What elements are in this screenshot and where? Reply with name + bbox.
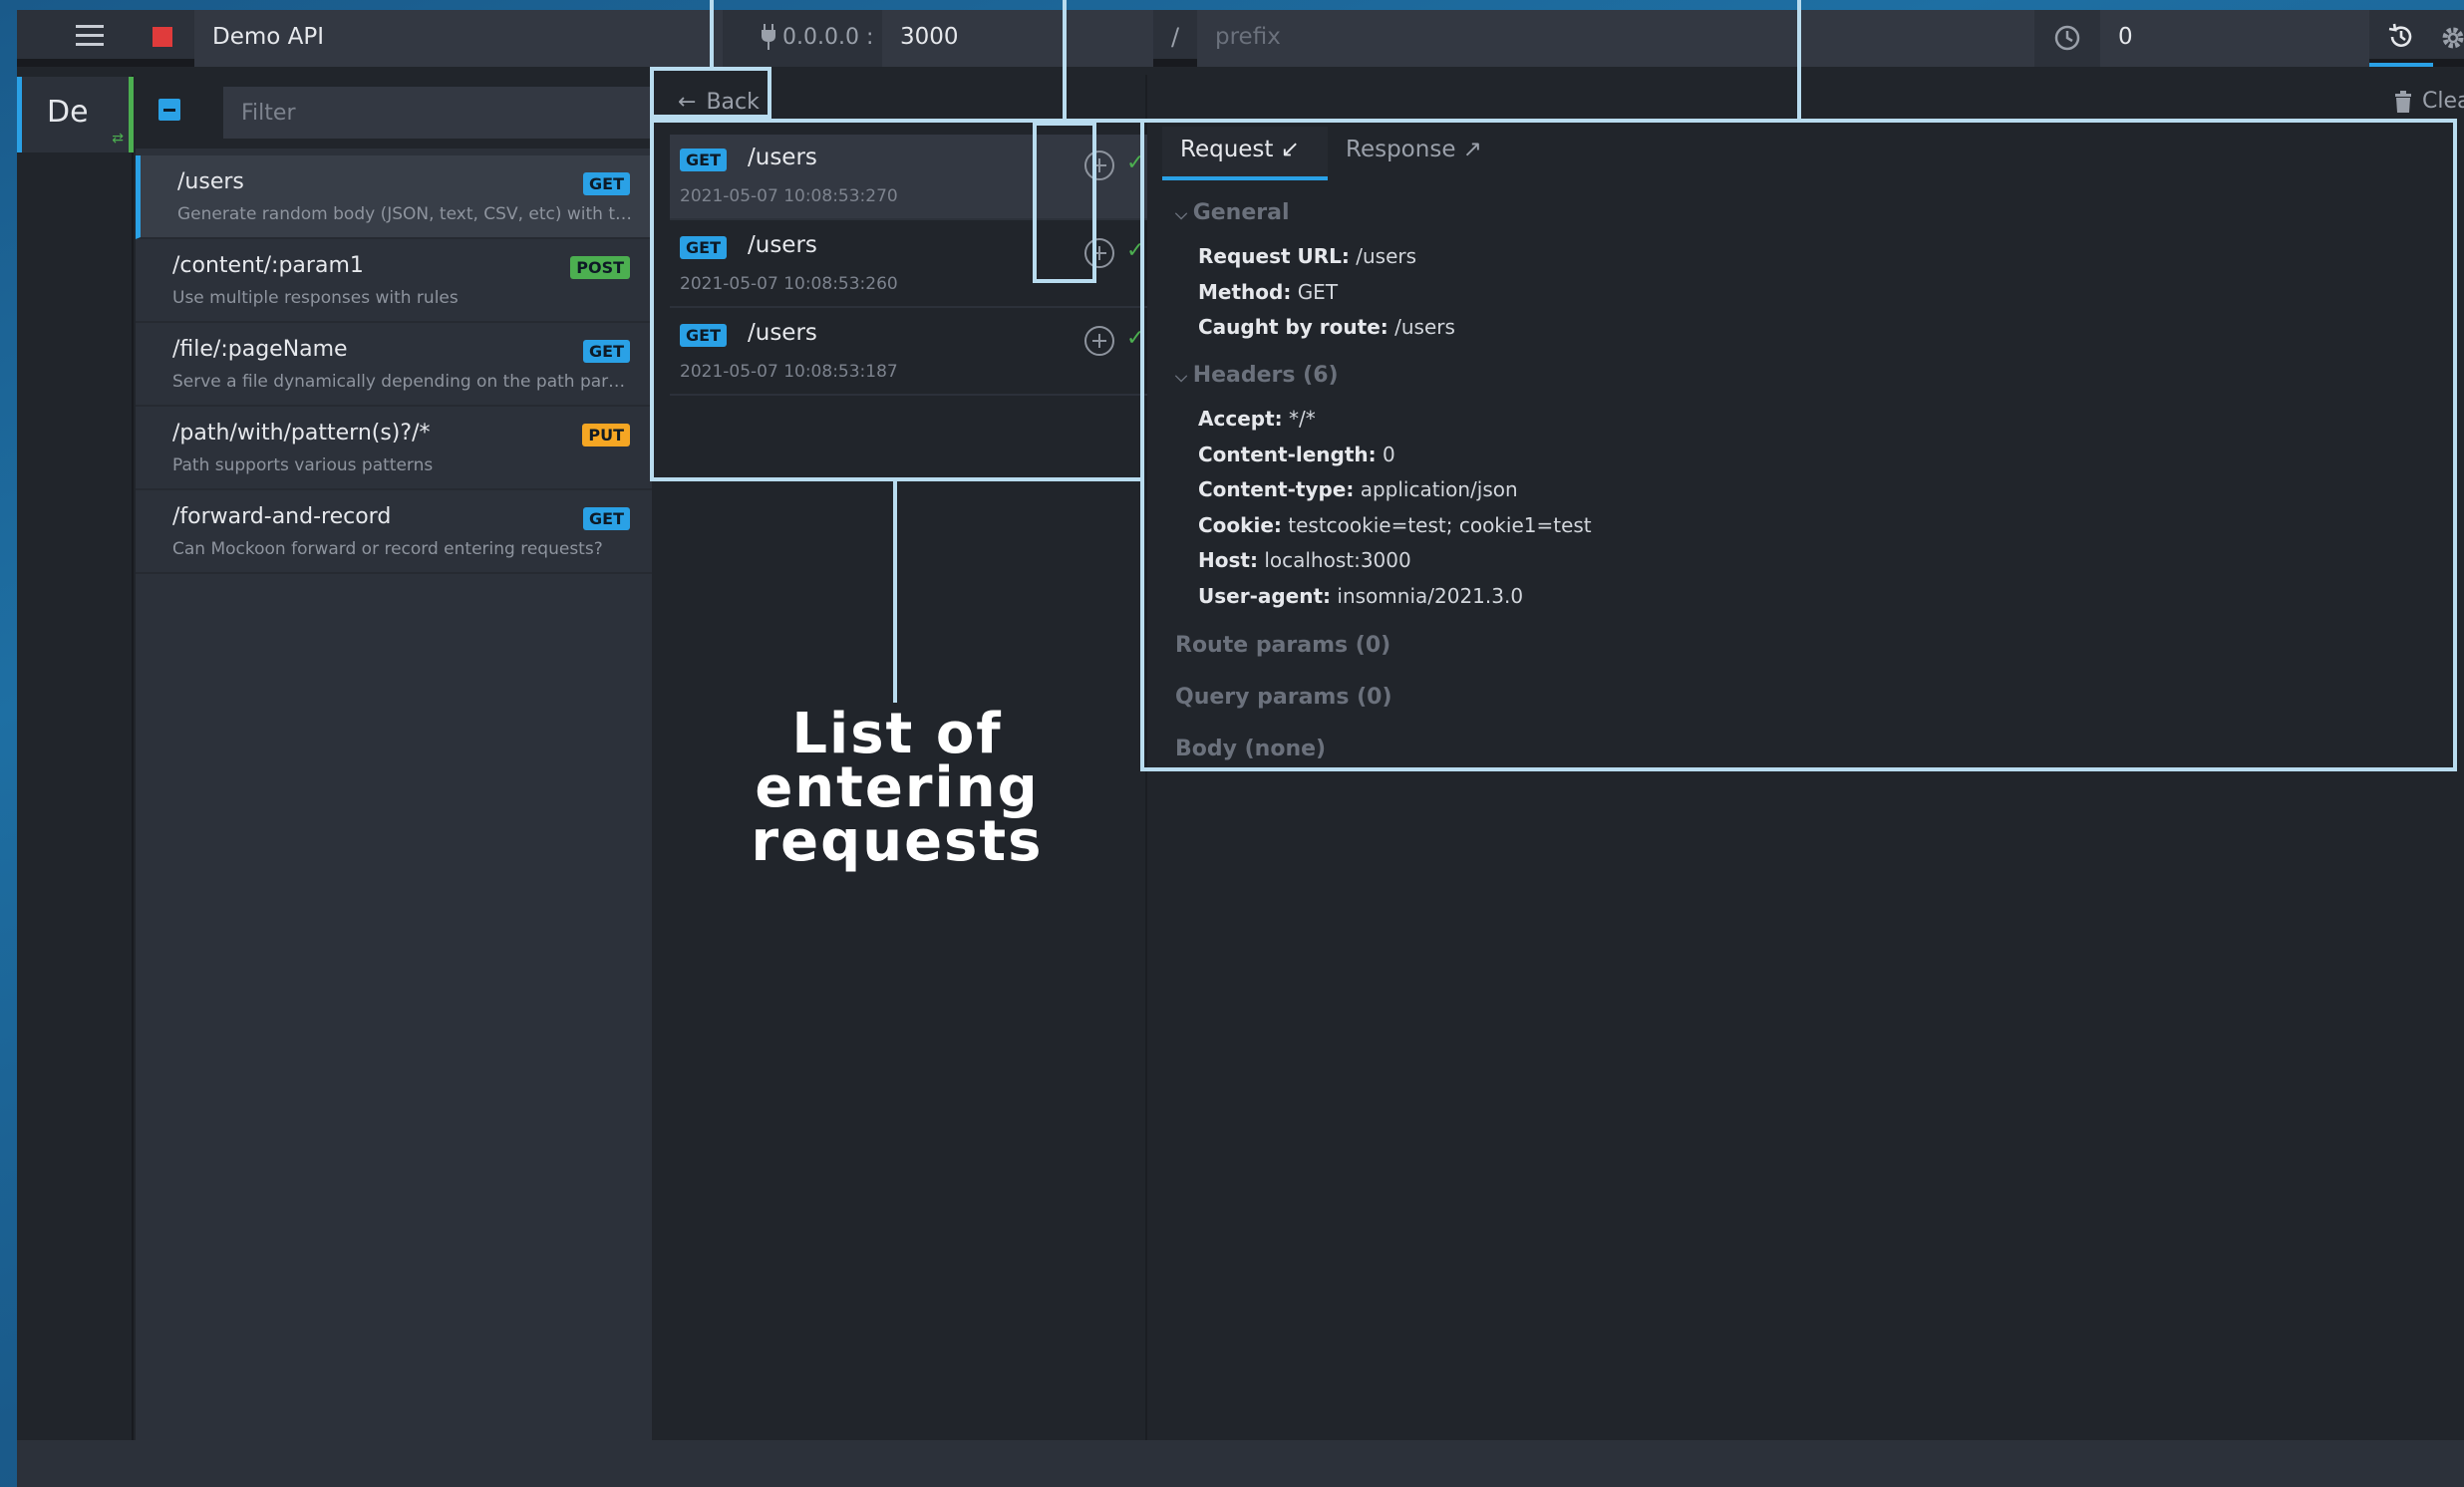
hostname-label: 0.0.0.0 : — [782, 25, 874, 50]
latency-label — [2034, 10, 2100, 67]
route-description: Use multiple responses with rules — [172, 288, 459, 308]
annotation-line — [1797, 0, 1801, 119]
annotation-caption: List of entering requests — [751, 702, 1044, 874]
annotation-line — [1063, 0, 1067, 122]
gear-icon — [2442, 27, 2464, 49]
annotation-back-box — [650, 67, 771, 119]
prefix-placeholder: prefix — [1215, 24, 1281, 50]
route-description: Serve a file dynamically depending on th… — [172, 372, 631, 392]
environment-name-field[interactable]: Demo API — [194, 10, 723, 67]
route-item[interactable]: /path/with/pattern(s)?/* PUT Path suppor… — [136, 407, 652, 490]
header-bar: Demo API 0.0.0.0 : 3000 / prefix 0 — [17, 10, 2464, 67]
prefix-separator: / — [1170, 23, 1180, 51]
route-method-badge: GET — [583, 507, 630, 530]
environment-item[interactable]: De ⇄ — [17, 77, 134, 152]
route-path: /content/:param1 — [172, 253, 364, 278]
environment-item-label: De — [47, 95, 89, 130]
annotation-mock-box — [1033, 122, 1096, 283]
routes-filter-bar — [136, 75, 652, 149]
hostname-selector[interactable]: 0.0.0.0 : — [723, 10, 882, 67]
route-item[interactable]: /content/:param1 POST Use multiple respo… — [136, 239, 652, 323]
route-path: /forward-and-record — [172, 504, 392, 529]
route-method-badge: GET — [583, 172, 630, 195]
clock-icon — [2054, 25, 2080, 51]
clear-logs-label: Clear — [2422, 89, 2464, 114]
plug-icon — [762, 24, 775, 50]
environment-running-indicator — [129, 77, 134, 152]
logs-tab[interactable] — [2369, 10, 2433, 67]
route-path: /path/with/pattern(s)?/* — [172, 421, 431, 446]
menu-icon[interactable] — [76, 25, 104, 47]
annotation-line — [710, 0, 714, 67]
route-method-badge: PUT — [582, 424, 630, 446]
route-path: /users — [177, 169, 244, 194]
clear-logs-button[interactable]: Clear — [2394, 89, 2464, 114]
add-icon[interactable] — [158, 99, 180, 121]
port-field[interactable]: 3000 — [882, 10, 1153, 67]
annotation-details-box — [1140, 119, 2457, 771]
route-description: Can Mockoon forward or record entering r… — [172, 539, 603, 559]
environment-name: Demo API — [212, 24, 325, 50]
footer-bar — [17, 1440, 2464, 1487]
latency-field[interactable]: 0 — [2100, 10, 2369, 67]
routes-menu: /users GET Generate random body (JSON, t… — [136, 75, 652, 1450]
route-item[interactable]: /forward-and-record GET Can Mockoon forw… — [136, 490, 652, 574]
annotation-line — [893, 481, 897, 703]
route-method-badge: POST — [570, 256, 630, 279]
routes-filter-input[interactable] — [223, 87, 652, 139]
prefix-field[interactable]: prefix — [1197, 10, 2034, 67]
route-item[interactable]: /users GET Generate random body (JSON, t… — [136, 155, 652, 239]
history-icon — [2388, 23, 2412, 47]
settings-button[interactable] — [2433, 10, 2464, 67]
latency-value: 0 — [2118, 24, 2133, 50]
trash-icon — [2395, 90, 2411, 113]
route-path: /file/:pageName — [172, 337, 348, 362]
route-description: Generate random body (JSON, text, CSV, e… — [177, 204, 636, 224]
route-method-badge: GET — [583, 340, 630, 363]
route-description: Path supports various patterns — [172, 455, 434, 475]
port-value: 3000 — [900, 24, 959, 50]
route-item[interactable]: /file/:pageName GET Serve a file dynamic… — [136, 323, 652, 407]
swap-icon: ⇄ — [112, 131, 124, 147]
stop-icon[interactable] — [153, 27, 172, 47]
environments-menu: De ⇄ — [17, 75, 134, 1450]
